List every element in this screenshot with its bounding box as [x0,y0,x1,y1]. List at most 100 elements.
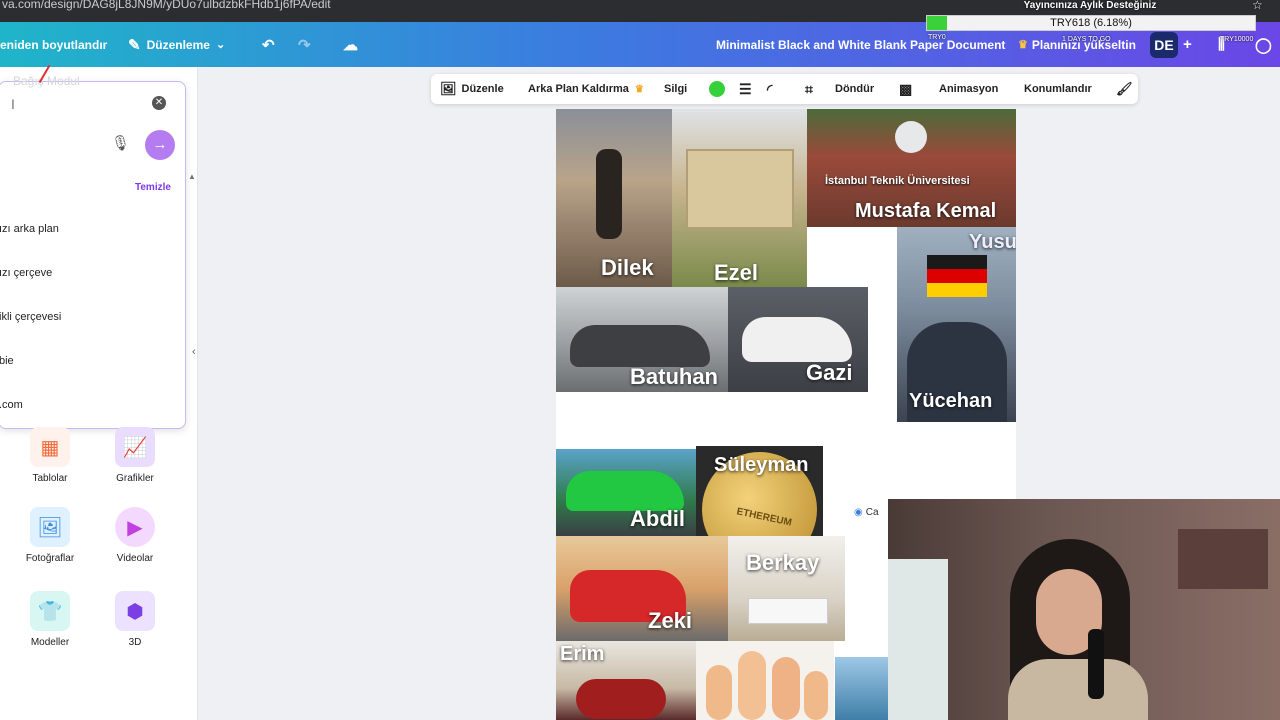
app-label: Fotoğraflar [25,553,75,564]
photo-dilek[interactable]: Dilek [556,109,672,287]
app-mockups[interactable]: 👕 Modeller [10,591,90,648]
comment-icon: ◯ [1255,36,1272,54]
app-charts[interactable]: 📈 Grafikler [95,427,175,484]
photo-partial[interactable] [835,657,895,720]
border-style-button[interactable]: ☰ [739,74,752,104]
chart-icon: 📈 [115,427,155,467]
app-videos[interactable]: ▶ Videolar [95,507,175,564]
app-label: Videolar [116,553,154,564]
photo-smiley-fingers[interactable] [696,641,834,720]
suggestion-item[interactable]: ızı arka plan [0,223,59,235]
redo-button[interactable]: ↷ [298,22,311,67]
url-text: va.com/design/DAG8jL8JN9M/yDUo7ulbdzbkFH… [2,0,331,11]
avatar-initials: DE [1154,37,1174,53]
donation-min-label: TRY0 [928,34,946,41]
edit-image-button[interactable]: 🖼 Düzenle [440,74,504,104]
app-3d[interactable]: ⬢ 3D [95,591,175,648]
crown-icon: ♛ [634,83,644,95]
erase-button[interactable]: Silgi [664,74,687,104]
suggestion-item[interactable]: ızı çerçeve [0,267,52,279]
app-tables[interactable]: ▦ Tablolar [10,427,90,484]
side-panel: ▲ Bağış Modul I ✕ 🎙 → Temizle ızı arka p… [0,64,198,720]
photo-icon: 🖼 [30,507,70,547]
pencil-icon: ✎ [128,36,141,54]
rotate-label: Döndür [835,83,875,95]
photo-finger [738,651,766,720]
photo-finger [804,671,828,720]
bg-remover-button[interactable]: Arka Plan Kaldırma ♛ [528,74,644,104]
suggestion-item[interactable]: bie [0,355,14,367]
name-label: Mustafa Kemal [855,200,997,222]
name-label: Erim [560,643,605,665]
scroll-up-icon[interactable]: ▲ [188,172,196,181]
name-label: Ezel [714,260,759,285]
donation-goal-title: Yayıncınıza Aylık Desteğiniz [1023,0,1157,11]
animate-button[interactable]: Animasyon [939,74,998,104]
webcam-fridge [888,559,948,720]
erase-label: Silgi [664,83,688,95]
photo-batuhan[interactable]: Batuhan [556,287,728,392]
crop-button[interactable]: ⌗ [805,74,813,104]
close-icon[interactable]: ✕ [152,96,166,110]
photo-car [566,471,684,511]
photo-desk [748,598,828,624]
crop-icon: ⌗ [805,80,813,97]
star-icon: ☆ [1252,0,1263,12]
rotate-button[interactable]: Döndür [835,74,874,104]
crown-icon: ♛ [1018,39,1028,51]
photo-abdil[interactable]: Abdil [556,449,696,536]
color-button[interactable] [709,74,725,104]
position-button[interactable]: Konumlandır [1024,74,1092,104]
photo-zeki[interactable]: Zeki [556,536,728,641]
photo-car [570,325,710,367]
photo-finger [706,665,732,720]
photo-car [742,317,852,362]
photo-yusuf[interactable]: Yusuf Yücehan [897,227,1016,422]
undo-button[interactable]: ↶ [262,22,275,67]
webcam-wall-art [1178,529,1268,589]
suggestion-item[interactable]: ikli çerçevesi [0,311,61,323]
photo-mustafa-kemal[interactable]: İstanbul Teknik Üniversitesi Mustafa Kem… [807,109,1016,227]
line-weight-icon: ☰ [739,80,752,97]
copy-style-button[interactable]: 🖌 [1116,74,1133,104]
comments-button[interactable]: ◯ [1255,22,1272,67]
assistant-badge[interactable]: ◉ Ca [850,503,890,521]
photo-erim[interactable]: Erim [556,641,696,720]
color-swatch [709,81,725,97]
name-label: Zeki [648,608,693,633]
cloud-save-button[interactable]: ☁ [343,22,358,67]
suggestion-item[interactable]: .com [0,399,23,411]
app-photos[interactable]: 🖼 Fotoğraflar [10,507,90,564]
image-toolbar: 🖼 Düzenle Arka Plan Kaldırma ♛ Silgi ☰ ◜… [431,74,1138,104]
resize-button[interactable]: eniden boyutlandır [0,22,107,67]
university-sign: İstanbul Teknik Üniversitesi [825,175,970,187]
assistant-badge-label: Ca [865,506,879,518]
table-icon: ▦ [30,427,70,467]
collapse-panel-icon[interactable]: ‹ [192,346,204,370]
name-label: Yücehan [909,390,993,412]
transparency-button[interactable]: ▩ [899,74,912,104]
donation-max-label: TRY10000 [1220,36,1254,43]
app-label: Modeller [30,637,70,648]
photo-suleyman[interactable]: ETHEREUM Süleyman [696,446,823,536]
clear-button[interactable]: Temizle [135,182,171,193]
avatar[interactable]: DE [1150,32,1178,58]
corner-icon: ◜ [767,80,773,97]
name-label: Abdil [630,506,685,531]
microphone-icon[interactable]: 🎙 [111,134,130,152]
sparkle-icon: ◉ [854,506,863,518]
corner-rounding-button[interactable]: ◜ [767,74,772,104]
webcam-overlay [888,499,1280,720]
submit-arrow-button[interactable]: → [145,130,175,160]
photo-berkay[interactable]: Berkay [728,536,845,641]
donation-days-label: 1 DAYS TO GO [1062,36,1111,43]
photo-gazi[interactable]: Gazi [728,287,868,392]
tshirt-icon: 👕 [30,591,70,631]
name-label: Gazi [806,360,853,385]
checkerboard-icon: ▩ [899,80,913,97]
name-label: Süleyman [714,454,809,476]
photo-ezel[interactable]: Ezel [672,109,807,287]
edit-menu-button[interactable]: ✎ Düzenleme ⌄ [128,22,225,67]
bg-remover-label: Arka Plan Kaldırma [528,83,629,95]
microphone-icon [1088,629,1104,699]
